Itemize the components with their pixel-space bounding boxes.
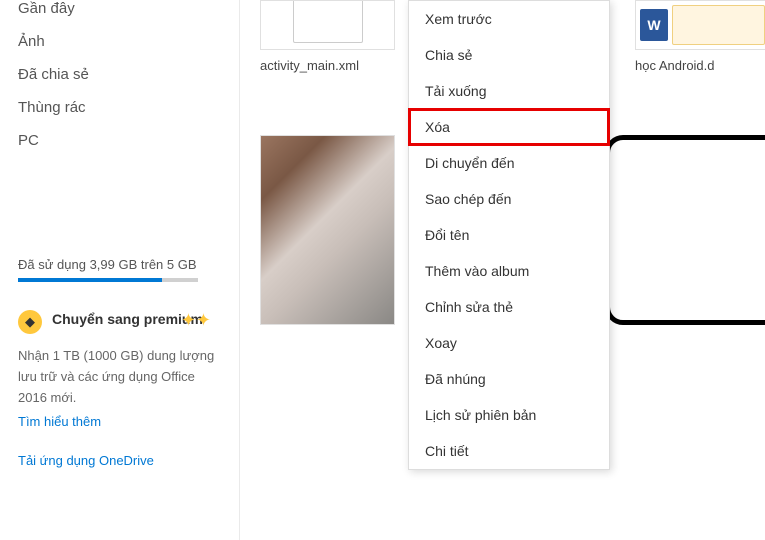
premium-box: ◆ Chuyển sang premium ✦✦ Nhận 1 TB (1000… xyxy=(18,310,221,468)
file-name: học Android.d xyxy=(635,58,745,73)
file-thumb: W xyxy=(635,0,765,50)
menu-details[interactable]: Chi tiết xyxy=(409,433,609,469)
storage-section: Đã sử dụng 3,99 GB trên 5 GB xyxy=(18,257,221,282)
image-thumbnail xyxy=(261,136,394,324)
sidebar: Gần đây Ảnh Đã chia sẻ Thùng rác PC Đã s… xyxy=(0,0,240,540)
menu-download[interactable]: Tải xuống xyxy=(409,73,609,109)
sparkle-icon: ✦✦ xyxy=(181,310,211,331)
diamond-icon: ◆ xyxy=(18,310,42,334)
download-onedrive-link[interactable]: Tải ứng dụng OneDrive xyxy=(18,453,221,468)
menu-edit-tags[interactable]: Chỉnh sửa thẻ xyxy=(409,289,609,325)
nav-photos[interactable]: Ảnh xyxy=(18,25,221,58)
file-thumb xyxy=(260,0,395,50)
storage-bar xyxy=(18,278,198,282)
file-item-xml[interactable]: activity_main.xml xyxy=(260,0,395,73)
menu-share[interactable]: Chia sẻ xyxy=(409,37,609,73)
menu-embed[interactable]: Đã nhúng xyxy=(409,361,609,397)
menu-rotate[interactable]: Xoay xyxy=(409,325,609,361)
menu-copy-to[interactable]: Sao chép đến xyxy=(409,181,609,217)
word-icon: W xyxy=(640,9,668,41)
file-name: activity_main.xml xyxy=(260,58,395,73)
nav-shared[interactable]: Đã chia sẻ xyxy=(18,58,221,91)
storage-bar-fill xyxy=(18,278,162,282)
nav-trash[interactable]: Thùng rác xyxy=(18,91,221,124)
device-frame xyxy=(605,135,765,325)
menu-move-to[interactable]: Di chuyển đến xyxy=(409,145,609,181)
menu-delete[interactable]: Xóa xyxy=(409,109,609,145)
nav-recent[interactable]: Gần đây xyxy=(18,0,221,25)
context-menu: Xem trước Chia sẻ Tải xuống Xóa Di chuyể… xyxy=(408,0,610,470)
word-chart-icon xyxy=(672,5,765,45)
learn-more-link[interactable]: Tìm hiểu thêm xyxy=(18,414,221,429)
menu-rename[interactable]: Đổi tên xyxy=(409,217,609,253)
image-file-item[interactable] xyxy=(260,135,395,325)
storage-text: Đã sử dụng 3,99 GB trên 5 GB xyxy=(18,257,221,278)
menu-add-to-album[interactable]: Thêm vào album xyxy=(409,253,609,289)
menu-version-history[interactable]: Lịch sử phiên bản xyxy=(409,397,609,433)
menu-preview[interactable]: Xem trước xyxy=(409,1,609,37)
premium-description: Nhận 1 TB (1000 GB) dung lượng lưu trữ v… xyxy=(18,346,221,408)
nav-pc[interactable]: PC xyxy=(18,124,221,157)
xml-doc-icon xyxy=(293,0,363,43)
file-item-word[interactable]: W học Android.d xyxy=(635,0,745,73)
